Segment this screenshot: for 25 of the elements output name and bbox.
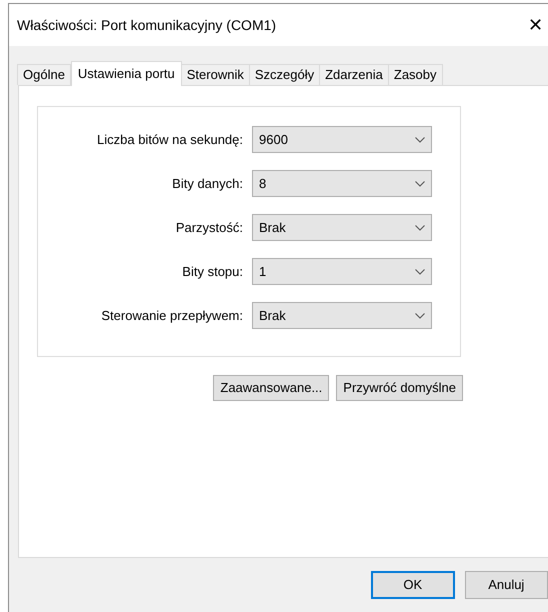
chevron-down-icon — [415, 224, 425, 230]
chevron-down-icon — [415, 180, 425, 186]
chevron-down-icon — [415, 312, 425, 318]
field-label: Bity stopu: — [181, 262, 244, 281]
field-label: Bity danych: — [171, 174, 244, 193]
field-label: Sterowanie przepływem: — [100, 306, 244, 325]
tab[interactable]: Ogólne — [17, 64, 71, 85]
dropdown[interactable]: 9600 — [252, 126, 432, 153]
action-button[interactable]: Zaawansowane... — [213, 375, 330, 401]
dropdown[interactable]: 8 — [252, 170, 432, 197]
tab[interactable]: Szczegóły — [248, 64, 320, 85]
action-button[interactable]: Przywróć domyślne — [336, 375, 463, 401]
dialog-button[interactable]: OK — [371, 571, 455, 599]
dropdown[interactable]: Brak — [252, 214, 432, 241]
close-button[interactable]: ✕ — [528, 10, 548, 40]
chevron-down-icon — [415, 136, 425, 142]
dialog-button[interactable]: Anuluj — [464, 571, 548, 599]
window-title: Właściwości: Port komunikacyjny (COM1) — [17, 16, 276, 35]
tab[interactable]: Zasoby — [388, 64, 443, 85]
dropdown[interactable]: Brak — [252, 302, 432, 329]
dropdown[interactable]: 1 — [252, 258, 432, 285]
field-label: Liczba bitów na sekundę: — [96, 130, 244, 149]
chevron-down-icon — [415, 268, 425, 274]
field-label: Parzystość: — [174, 218, 244, 237]
tab[interactable]: Ustawienia portu — [70, 61, 182, 86]
